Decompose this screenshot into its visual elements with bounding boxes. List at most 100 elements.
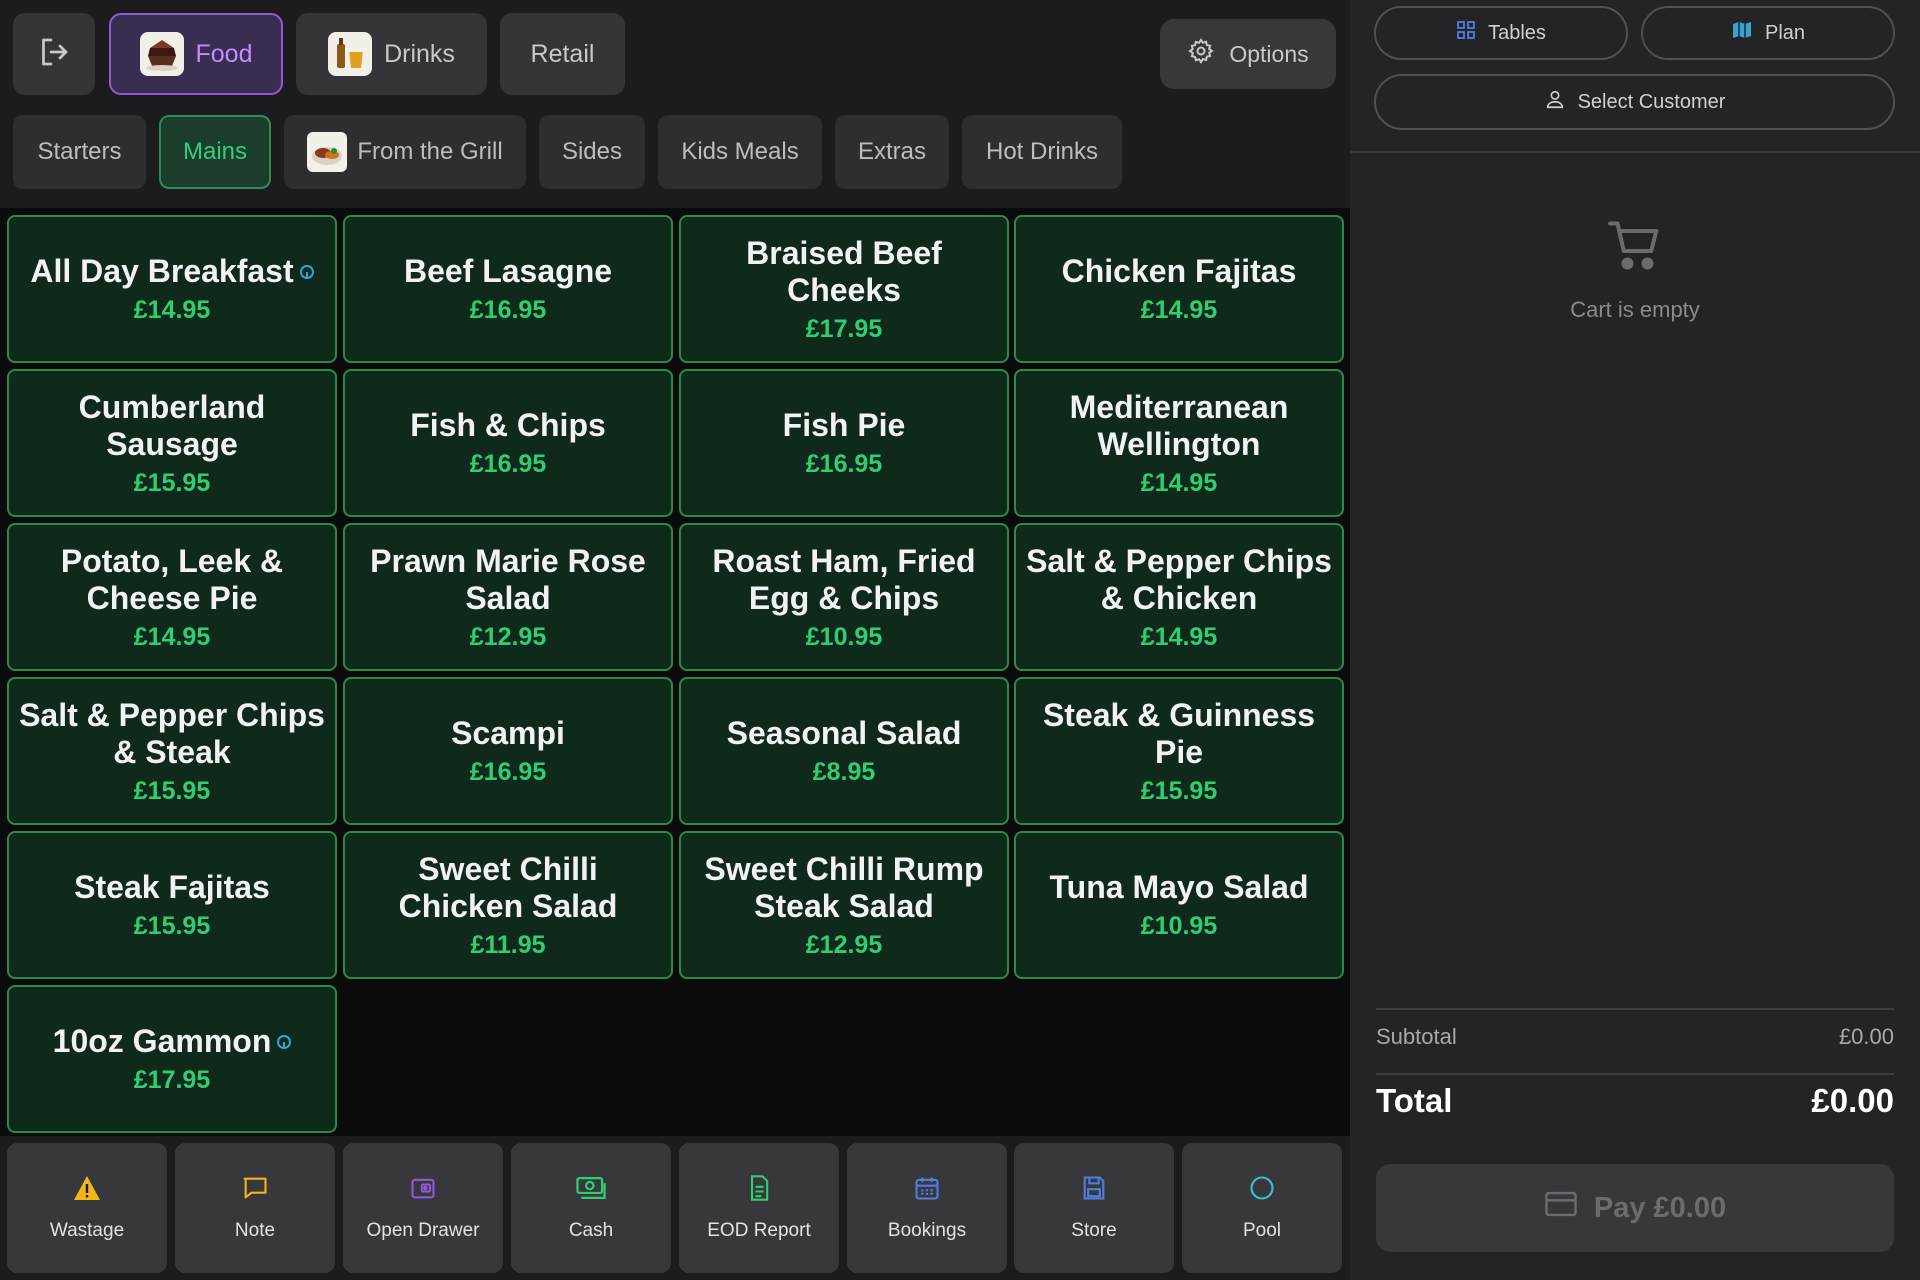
wallet-icon — [408, 1174, 438, 1208]
subcategory-tab-extras[interactable]: Extras — [835, 115, 949, 189]
pool-label: Pool — [1242, 1220, 1282, 1241]
product-price: £12.95 — [805, 930, 883, 959]
cart-header-divider — [1350, 151, 1920, 153]
total-value: £0.00 — [1811, 1082, 1894, 1119]
subcategory-tab-mains[interactable]: Mains — [159, 115, 271, 189]
product-price: £14.95 — [1140, 468, 1218, 497]
map-icon — [1731, 20, 1753, 46]
gear-icon — [1187, 37, 1215, 71]
product-name: Mediterranean Wellington — [1069, 388, 1289, 462]
product-tile[interactable]: Fish Pie £16.95 — [679, 369, 1009, 517]
category-tab-label: Food — [195, 39, 253, 68]
note-label: Note — [234, 1220, 276, 1241]
product-price: £10.95 — [805, 622, 883, 651]
product-price: £16.95 — [469, 758, 547, 786]
note-button[interactable]: Note — [175, 1143, 335, 1273]
product-tile[interactable]: Salt & Pepper Chips & Chicken £14.95 — [1014, 523, 1344, 671]
product-price: £14.95 — [1140, 622, 1218, 651]
warning-icon — [72, 1174, 102, 1208]
product-tile[interactable]: Steak Fajitas £15.95 — [7, 831, 337, 979]
total-row: Total £0.00 — [1376, 1082, 1894, 1120]
category-tab-drinks[interactable]: Drinks — [296, 13, 487, 95]
product-price: £17.95 — [133, 1066, 211, 1094]
pool-button[interactable]: Pool — [1182, 1143, 1342, 1273]
product-price: £12.95 — [469, 622, 547, 651]
grid-icon — [1456, 20, 1476, 46]
logout-icon — [36, 34, 72, 75]
category-tab-food[interactable]: Food — [109, 13, 283, 95]
subcategory-tab-label: Hot Drinks — [985, 138, 1099, 165]
product-name: All Day Breakfast — [20, 253, 323, 290]
product-tile[interactable]: Prawn Marie Rose Salad £12.95 — [343, 523, 673, 671]
category-tab-retail[interactable]: Retail — [500, 13, 625, 95]
product-tile[interactable]: Potato, Leek & Cheese Pie £14.95 — [7, 523, 337, 671]
subcategory-tab-starters[interactable]: Starters — [13, 115, 146, 189]
product-tile[interactable]: Steak & Guinness Pie £15.95 — [1014, 677, 1344, 825]
subcategory-tab-kids-meals[interactable]: Kids Meals — [658, 115, 822, 189]
product-tile[interactable]: Scampi £16.95 — [343, 677, 673, 825]
product-name: Fish & Chips — [410, 407, 606, 443]
plan-button[interactable]: Plan — [1641, 6, 1895, 60]
product-tile[interactable]: Tuna Mayo Salad £10.95 — [1014, 831, 1344, 979]
note-icon — [240, 1174, 270, 1208]
product-tile[interactable]: Sweet Chilli Chicken Salad £11.95 — [343, 831, 673, 979]
product-tile[interactable]: Mediterranean Wellington £14.95 — [1014, 369, 1344, 517]
drinks-thumbnail-icon — [328, 32, 373, 76]
cash-label: Cash — [568, 1220, 614, 1241]
cash-icon — [575, 1174, 607, 1208]
cash-button[interactable]: Cash — [511, 1143, 671, 1273]
eod-report-label: EOD Report — [707, 1220, 811, 1241]
product-price: £14.95 — [133, 622, 211, 651]
product-name: Scampi — [451, 715, 565, 751]
product-tile[interactable]: Salt & Pepper Chips & Steak £15.95 — [7, 677, 337, 825]
product-tile[interactable]: Seasonal Salad £8.95 — [679, 677, 1009, 825]
category-tab-label: Retail — [530, 39, 595, 68]
eod-report-button[interactable]: EOD Report — [679, 1143, 839, 1273]
subcategory-tab-from-the-grill[interactable]: From the Grill — [284, 115, 526, 189]
product-tile[interactable]: Beef Lasagne £16.95 — [343, 215, 673, 363]
pay-button[interactable]: Pay £0.00 — [1376, 1164, 1894, 1252]
open-drawer-button[interactable]: Open Drawer — [343, 1143, 503, 1273]
product-grid: All Day Breakfast £14.95 Beef Lasagne £1… — [0, 208, 1350, 1136]
user-icon — [1544, 88, 1566, 116]
report-icon — [745, 1174, 773, 1208]
subcategory-tab-label: Mains — [182, 138, 248, 165]
options-button[interactable]: Options — [1160, 19, 1336, 89]
product-name: Cumberland Sausage — [78, 388, 266, 462]
product-tile[interactable]: All Day Breakfast £14.95 — [7, 215, 337, 363]
subcategory-tab-label: From the Grill — [357, 138, 503, 165]
product-price: £15.95 — [133, 912, 211, 940]
subcategory-tab-hot-drinks[interactable]: Hot Drinks — [962, 115, 1122, 189]
select-customer-label: Select Customer — [1577, 90, 1726, 113]
product-price: £14.95 — [1140, 296, 1218, 324]
product-tile[interactable]: 10oz Gammon £17.95 — [7, 985, 337, 1133]
product-tile[interactable]: Cumberland Sausage £15.95 — [7, 369, 337, 517]
tables-button[interactable]: Tables — [1374, 6, 1628, 60]
logout-button[interactable] — [13, 13, 95, 95]
store-button[interactable]: Store — [1014, 1143, 1174, 1273]
product-price: £16.95 — [469, 450, 547, 478]
info-icon[interactable] — [299, 264, 314, 279]
product-tile[interactable]: Chicken Fajitas £14.95 — [1014, 215, 1344, 363]
product-price: £15.95 — [1140, 776, 1218, 805]
product-tile[interactable]: Sweet Chilli Rump Steak Salad £12.95 — [679, 831, 1009, 979]
select-customer-button[interactable]: Select Customer — [1374, 74, 1895, 130]
summary-divider — [1376, 1008, 1894, 1010]
product-price: £14.95 — [133, 296, 211, 324]
product-tile[interactable]: Fish & Chips £16.95 — [343, 369, 673, 517]
bookings-button[interactable]: Bookings — [847, 1143, 1007, 1273]
wastage-button[interactable]: Wastage — [7, 1143, 167, 1273]
bookings-label: Bookings — [887, 1220, 967, 1241]
circle-icon — [1248, 1174, 1276, 1208]
subtotal-label: Subtotal — [1376, 1024, 1457, 1049]
product-price: £15.95 — [133, 468, 211, 497]
subcategory-tab-label: Kids Meals — [681, 138, 799, 165]
product-name: Chicken Fajitas — [1061, 253, 1297, 289]
subcategory-tab-sides[interactable]: Sides — [539, 115, 645, 189]
product-tile[interactable]: Roast Ham, Fried Egg & Chips £10.95 — [679, 523, 1009, 671]
info-icon[interactable] — [277, 1034, 292, 1049]
product-tile[interactable]: Braised Beef Cheeks £17.95 — [679, 215, 1009, 363]
subtotal-row: Subtotal £0.00 — [1376, 1024, 1894, 1050]
tables-label: Tables — [1488, 21, 1546, 44]
product-name: Steak & Guinness Pie — [1042, 696, 1316, 770]
